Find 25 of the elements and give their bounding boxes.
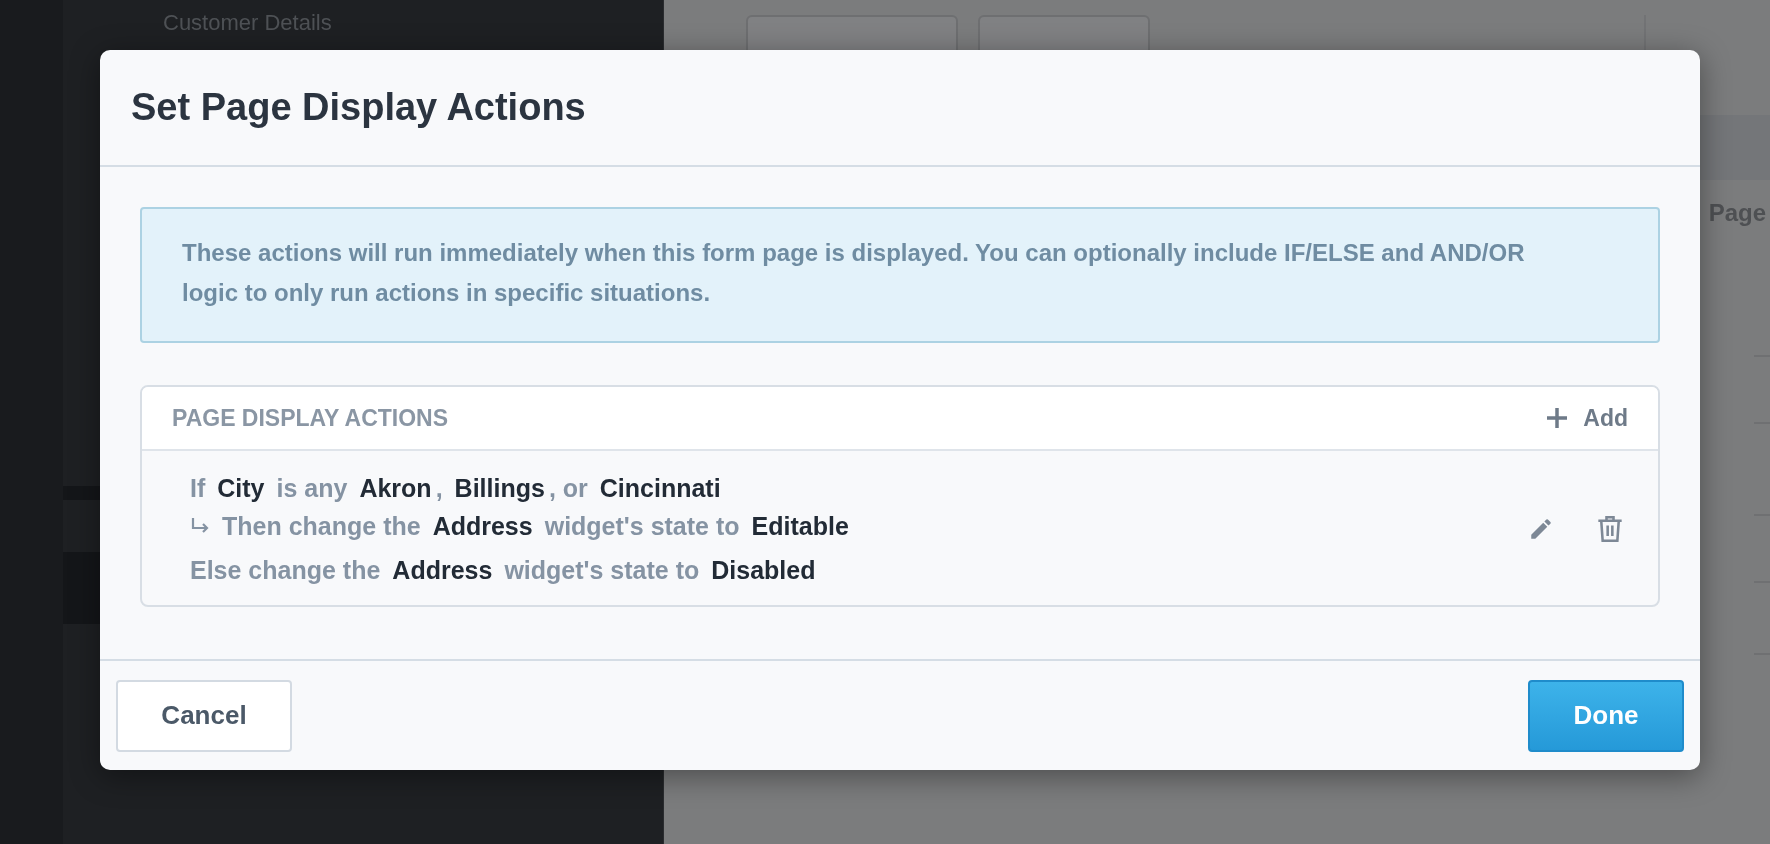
value-text: Cincinnati: [599, 473, 721, 503]
condition-text: ,: [435, 473, 443, 503]
value-text: Address: [392, 555, 493, 585]
done-button[interactable]: Done: [1528, 679, 1684, 752]
condition-text: Else change the: [190, 555, 381, 585]
value-text: City: [217, 473, 265, 503]
value-text: Billings: [454, 473, 545, 503]
condition-text: , or: [548, 473, 588, 503]
dialog-title: Set Page Display Actions: [131, 86, 586, 129]
condition-text: widget's state to: [544, 511, 740, 541]
plus-icon: [1545, 406, 1570, 430]
value-text: Disabled: [711, 555, 816, 585]
cancel-button[interactable]: Cancel: [116, 679, 292, 752]
pencil-icon: [1528, 516, 1554, 542]
add-button[interactable]: Add: [1545, 404, 1628, 432]
info-message: These actions will run immediately when this form page is displayed. You can optionally include IF/ELSE and AND/OR logic to only run actions in specific situations.: [140, 207, 1660, 343]
condition-text: Then change the: [222, 511, 421, 541]
trash-icon: [1596, 513, 1624, 545]
section-title: PAGE DISPLAY ACTIONS: [172, 404, 449, 432]
condition-text: is any: [276, 473, 348, 503]
condition-text: If: [190, 473, 206, 503]
value-text: Address: [432, 511, 533, 541]
condition-text: widget's state to: [504, 555, 700, 585]
value-text: Editable: [751, 511, 849, 541]
value-text: Akron: [359, 473, 432, 503]
